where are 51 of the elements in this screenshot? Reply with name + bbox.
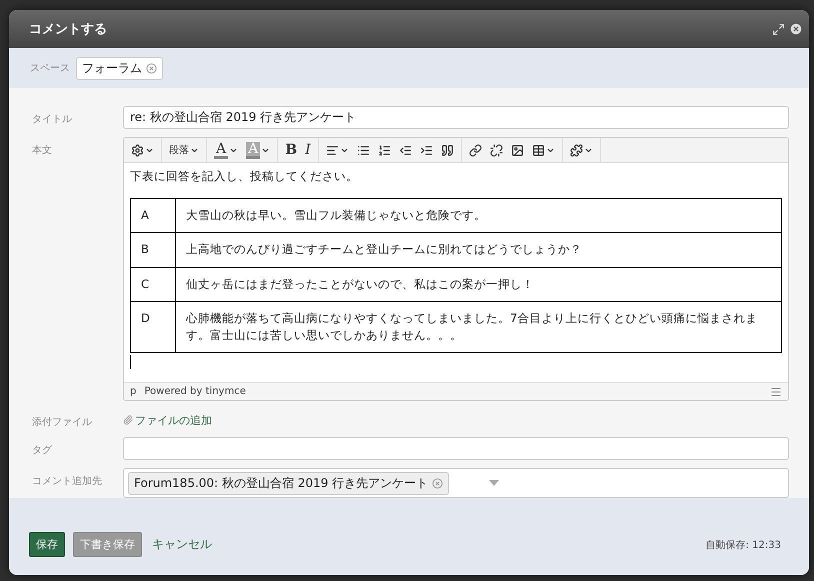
italic-button[interactable]: I xyxy=(301,140,315,160)
table-cell: 大雪山の秋は早い。雪山フル装備じゃないと危険です。 xyxy=(176,198,782,233)
table-icon xyxy=(532,144,545,156)
target-tag[interactable]: Forum185.00: 秋の登山合宿 2019 行き先アンケート xyxy=(128,472,450,494)
text-color-button[interactable]: A xyxy=(210,140,242,160)
format-dropdown[interactable]: 段落 xyxy=(165,140,203,160)
table-cell: B xyxy=(130,232,176,267)
space-label: スペース xyxy=(30,62,70,75)
dialog-title: コメントする xyxy=(29,21,108,38)
table-cell: 心肺機能が落ちて高山病になりやすくなってしまいました。7合目より上に行くとひどい頭痛に悩まされます。富士山には苦しい思いでしかありません。。。 xyxy=(176,301,782,353)
unlink-icon xyxy=(490,144,503,156)
image-icon xyxy=(510,144,524,156)
cancel-link[interactable]: キャンセル xyxy=(152,536,212,553)
remove-icon[interactable] xyxy=(146,62,157,74)
quote-icon xyxy=(440,144,454,156)
tag-field[interactable] xyxy=(123,437,789,460)
link-icon xyxy=(468,144,482,156)
attachment-label: 添付ファイル xyxy=(32,416,93,429)
indent-icon xyxy=(420,144,433,156)
settings-icon xyxy=(131,144,144,156)
bullet-list-icon xyxy=(356,144,370,156)
resize-handle-icon[interactable] xyxy=(770,386,782,398)
title-field[interactable]: re: 秋の登山合宿 2019 行き先アンケート xyxy=(123,106,789,129)
table-cell: 仙丈ヶ岳にはまだ登ったことがないので、私はこの案が一押し！ xyxy=(176,267,782,302)
expand-icon[interactable] xyxy=(772,22,785,36)
save-button[interactable]: 保存 xyxy=(29,532,65,557)
rich-text-editor[interactable] xyxy=(123,137,789,401)
align-icon xyxy=(326,144,339,156)
table-cell: 上高地でのんびり過ごすチームと登山チームに別れてはどうでしょうか？ xyxy=(176,232,782,267)
table-cell: C xyxy=(130,267,176,302)
intro-text: 下表に回答を記入し、投稿してください。 xyxy=(130,169,359,184)
element-path[interactable]: p xyxy=(130,386,136,397)
title-label: タイトル xyxy=(32,113,73,127)
paperclip-icon xyxy=(123,415,133,425)
tag-label: タグ xyxy=(32,444,53,458)
table-cell: D xyxy=(130,301,176,353)
powered-by-text: Powered by tinymce xyxy=(144,386,247,397)
close-icon[interactable] xyxy=(789,22,803,36)
table-cell: A xyxy=(130,198,176,233)
numbered-list-icon xyxy=(378,144,391,156)
target-select[interactable]: Forum185.00: 秋の登山合宿 2019 行き先アンケート xyxy=(123,468,789,498)
plugin-icon xyxy=(570,144,583,156)
outdent-icon xyxy=(398,144,412,156)
dropdown-arrow-icon xyxy=(489,480,500,486)
text-cursor xyxy=(130,355,131,370)
autosave-status: 自動保存: 12:33 xyxy=(706,538,781,552)
space-tag[interactable]: フォーラム xyxy=(76,56,163,80)
add-file-link[interactable]: ファイルの追加 xyxy=(123,409,789,429)
body-label: 本文 xyxy=(32,144,53,158)
target-label: コメント追加先 xyxy=(32,474,103,489)
bold-button[interactable]: B xyxy=(281,140,302,160)
